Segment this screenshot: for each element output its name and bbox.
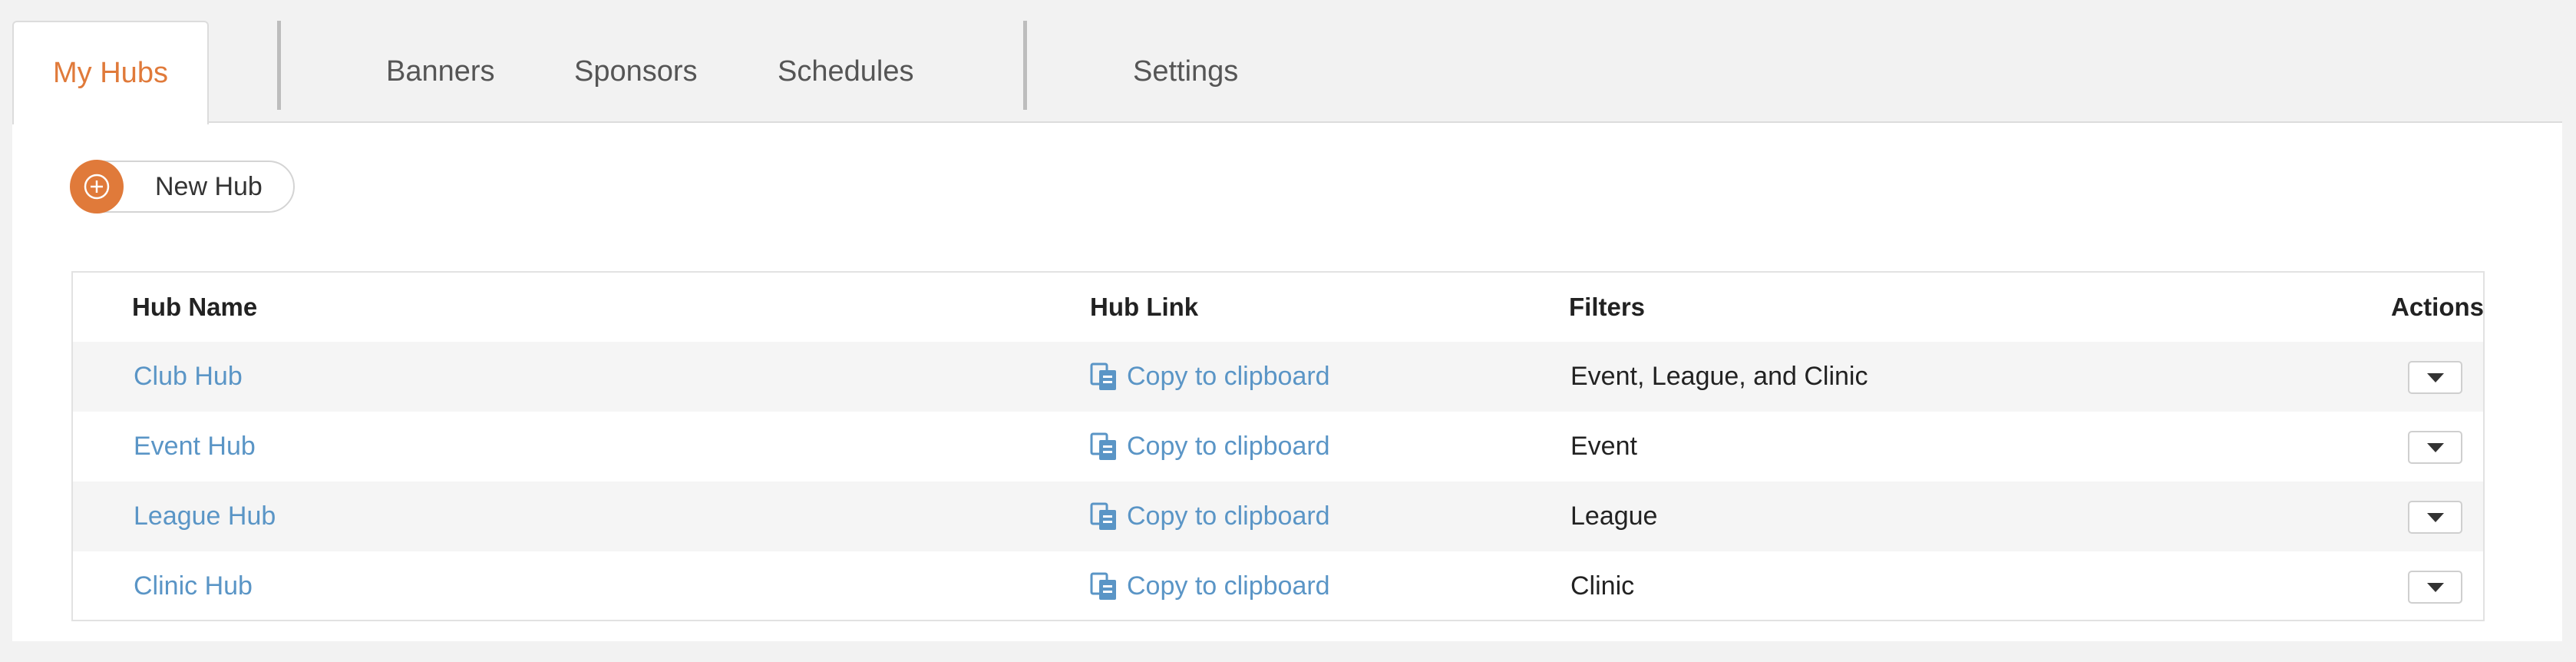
new-hub-button[interactable]: New Hub — [70, 160, 295, 213]
copy-link-button[interactable]: Copy to clipboard — [1090, 482, 1330, 551]
tab-divider — [1023, 21, 1027, 110]
actions-dropdown-button[interactable] — [2408, 571, 2462, 604]
copy-link-label: Copy to clipboard — [1127, 501, 1330, 531]
caret-down-icon — [2426, 442, 2444, 452]
clipboard-copy-icon — [1090, 362, 1116, 390]
tab-settings[interactable]: Settings — [1133, 46, 1238, 97]
tab-banners[interactable]: Banners — [386, 46, 495, 97]
hub-name-link[interactable]: League Hub — [134, 482, 276, 551]
copy-link-button[interactable]: Copy to clipboard — [1090, 342, 1330, 412]
clipboard-copy-icon — [1090, 432, 1116, 460]
tab-divider — [277, 21, 281, 110]
hubs-table: Hub Name Hub Link Filters Actions Club H… — [71, 271, 2485, 621]
filters-value: League — [1570, 501, 1658, 531]
caret-down-icon — [2426, 582, 2444, 592]
header-hub-name: Hub Name — [132, 293, 258, 321]
table-row: League Hub Copy to clipboard League — [73, 482, 2483, 551]
hub-name-link[interactable]: Event Hub — [134, 412, 256, 482]
tab-sponsors[interactable]: Sponsors — [574, 46, 698, 97]
caret-down-icon — [2426, 512, 2444, 522]
clipboard-copy-icon — [1090, 572, 1116, 600]
copy-link-label: Copy to clipboard — [1127, 571, 1330, 601]
tab-bar: My Hubs Banners Sponsors Schedules Setti… — [0, 0, 2576, 124]
filters-value: Event, League, and Clinic — [1570, 362, 1868, 391]
table-row: Event Hub Copy to clipboard Event — [73, 412, 2483, 482]
hubs-panel: New Hub Hub Name Hub Link Filters Action… — [12, 123, 2562, 641]
clipboard-copy-icon — [1090, 502, 1116, 530]
tab-schedules[interactable]: Schedules — [778, 46, 913, 97]
plus-circle-icon — [70, 160, 124, 213]
new-hub-label: New Hub — [155, 171, 263, 201]
copy-link-button[interactable]: Copy to clipboard — [1090, 412, 1330, 482]
table-row: Club Hub Copy to clipboard Event, League… — [73, 342, 2483, 412]
actions-dropdown-button[interactable] — [2408, 361, 2462, 394]
caret-down-icon — [2426, 372, 2444, 382]
header-actions: Actions — [2391, 293, 2485, 321]
actions-dropdown-button[interactable] — [2408, 431, 2462, 464]
header-filters: Filters — [1569, 293, 1646, 321]
table-header: Hub Name Hub Link Filters Actions — [73, 273, 2483, 342]
hub-name-link[interactable]: Club Hub — [134, 342, 243, 412]
hub-name-link[interactable]: Clinic Hub — [134, 551, 253, 620]
copy-link-button[interactable]: Copy to clipboard — [1090, 551, 1330, 620]
header-hub-link: Hub Link — [1090, 293, 1199, 321]
filters-value: Event — [1570, 432, 1637, 461]
actions-dropdown-button[interactable] — [2408, 501, 2462, 534]
copy-link-label: Copy to clipboard — [1127, 432, 1330, 461]
filters-value: Clinic — [1570, 571, 1635, 601]
copy-link-label: Copy to clipboard — [1127, 362, 1330, 391]
table-row: Clinic Hub Copy to clipboard Clinic — [73, 551, 2483, 620]
tab-my-hubs[interactable]: My Hubs — [12, 21, 209, 124]
